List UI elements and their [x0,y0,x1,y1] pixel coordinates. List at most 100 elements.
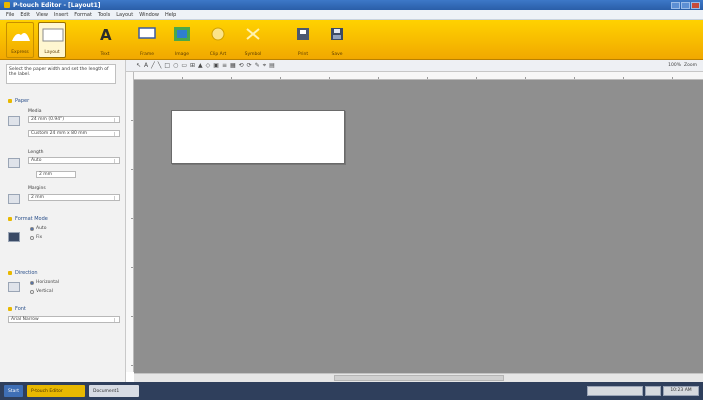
menu-format[interactable]: Format [74,12,92,18]
paper-heading: Paper [8,98,29,104]
direction-vertical-radio[interactable]: Vertical [30,289,53,294]
chevron-down-icon [114,118,118,122]
mode-express-button[interactable]: Express [6,22,34,58]
align-tool[interactable]: ≡ [222,62,227,69]
layout-tool[interactable]: ▤ [269,62,275,69]
vertical-ruler [126,72,134,372]
margin-icon [8,194,20,204]
frame-tool[interactable]: ▣ [213,62,219,69]
horizontal-scrollbar[interactable] [134,373,703,382]
direction-horizontal-radio[interactable]: Horizontal [30,280,59,285]
text-tool[interactable]: A [144,62,148,69]
direction-icon [8,282,20,292]
menu-edit[interactable]: Edit [20,12,30,18]
margin-label: Margins [28,186,46,191]
ellipse-tool[interactable]: ○ [173,62,178,69]
system-tray: 10:23 AM [587,386,699,396]
app-icon [4,2,10,8]
format-auto-radio[interactable]: Auto [30,226,46,231]
grid-tool[interactable]: ▦ [230,62,236,69]
spinner-icon [114,196,118,200]
menu-view[interactable]: View [36,12,48,18]
select-tool[interactable]: ↖ [136,62,141,69]
rounded-rect-tool[interactable]: ▭ [181,62,187,69]
chevron-down-icon [114,318,118,322]
tray-clock: 10:23 AM [663,386,699,396]
media-label: Media [28,109,42,114]
margin-input[interactable]: 2 mm [36,171,76,178]
zoom-control[interactable]: 100% Zoom [668,63,697,68]
radio-off-icon [30,289,34,294]
tray-icons[interactable] [645,386,661,396]
target-tool[interactable]: ⌖ [263,62,266,70]
minimize-button[interactable] [671,1,680,9]
text-button[interactable]: A Text [90,23,120,57]
menu-help[interactable]: Help [165,12,176,18]
clipart-icon [211,27,225,41]
scrollbar-thumb[interactable] [334,375,504,381]
direction-heading: Direction [8,270,38,276]
start-button[interactable]: Start [4,385,23,397]
title-bar: P-touch Editor - [Layout1] [0,0,703,10]
font-select[interactable]: Arial Narrow [8,316,120,323]
table-tool[interactable]: ⊞ [190,62,195,69]
close-button[interactable] [691,1,700,9]
menu-insert[interactable]: Insert [54,12,68,18]
label-paper[interactable] [171,110,345,164]
print-icon [297,28,309,40]
radio-on-icon [30,226,34,231]
horizontal-ruler [133,72,703,80]
symbol-icon [246,28,260,40]
spinner-icon [114,159,118,163]
redo-tool[interactable]: ⟳ [247,62,252,69]
orientation-icon [8,232,20,242]
paper-size-select[interactable]: Custom 24 mm x 80 mm [28,130,120,137]
taskbar-item-ptouch[interactable]: P-touch Editor [27,385,85,397]
chevron-down-icon [114,132,118,136]
triangle-tool[interactable]: ▲ [198,62,203,69]
zoom-value: 100% [668,63,682,68]
rect-tool[interactable]: □ [164,62,170,69]
radio-off-icon [30,235,34,240]
tray-language-bar[interactable] [587,386,643,396]
sidebar-hint: Select the paper width and set the lengt… [6,64,116,84]
media-icon [8,116,20,126]
line2-tool[interactable]: ╲ [158,62,162,69]
clipart-button[interactable]: Clip Art [202,23,234,57]
margin-select[interactable]: 2 mm [28,194,120,201]
diamond-tool[interactable]: ◇ [206,62,211,69]
maximize-button[interactable] [681,1,690,9]
undo-tool[interactable]: ⟲ [239,62,244,69]
format-fix-radio[interactable]: Fix [30,235,42,240]
menu-file[interactable]: File [6,12,14,18]
image-button[interactable]: Image [167,23,197,57]
symbol-button[interactable]: Symbol [238,23,268,57]
frame-icon [138,27,156,39]
section-bullet-icon [8,307,12,311]
length-label: Length [28,150,44,155]
image-icon [174,27,190,41]
font-heading: Font [8,306,26,312]
menu-window[interactable]: Window [139,12,159,18]
section-bullet-icon [8,271,12,275]
menu-bar: File Edit View Insert Format Tools Layou… [0,10,703,20]
print-button[interactable]: Print [288,23,318,57]
properties-sidebar: Select the paper width and set the lengt… [0,60,126,382]
menu-layout[interactable]: Layout [116,12,133,18]
line-tool[interactable]: ╱ [151,62,155,69]
pen-tool[interactable]: ✎ [255,62,260,69]
express-icon [12,33,30,41]
radio-on-icon [30,280,34,285]
window-controls [671,1,700,9]
mode-layout-button[interactable]: Layout [38,22,66,58]
media-select[interactable]: 24 mm (0.94") [28,116,120,123]
length-input[interactable]: Auto [28,157,120,164]
layout-canvas[interactable] [134,80,703,373]
save-button[interactable]: Save [322,23,352,57]
draw-toolbar: ↖ A ╱ ╲ □ ○ ▭ ⊞ ▲ ◇ ▣ ≡ ▦ ⟲ ⟳ ✎ ⌖ ▤ 100%… [126,60,703,72]
taskbar-item-document[interactable]: Document1 [89,385,139,397]
frame-button[interactable]: Frame [132,23,162,57]
section-bullet-icon [8,217,12,221]
menu-tools[interactable]: Tools [98,12,110,18]
ribbon: Express Layout A Text Frame Image Clip A… [0,20,703,60]
